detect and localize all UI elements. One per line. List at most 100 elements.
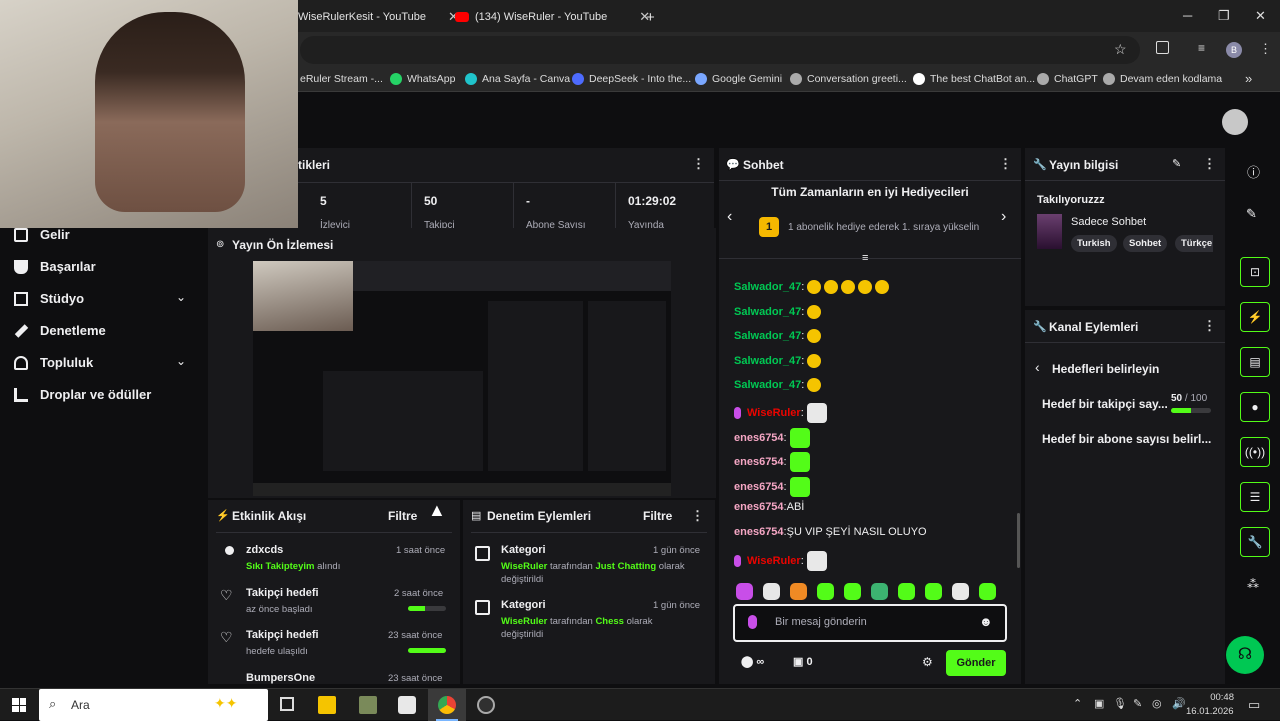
bookmark-item[interactable]: DeepSeek - Into the... [572, 73, 691, 85]
camera-tool-icon[interactable]: ⊡ [1240, 257, 1270, 287]
emote-picker-icon[interactable] [952, 583, 969, 600]
extensions-icon[interactable] [1156, 41, 1169, 54]
emote-picker-icon[interactable] [979, 583, 996, 600]
bookmark-item[interactable]: Devam eden kodlama [1103, 73, 1222, 85]
emote-picker-icon[interactable] [736, 583, 753, 600]
bookmark-item[interactable]: The best ChatBot an... [913, 73, 1035, 85]
chat-input-box[interactable]: Bir mesaj gönderin ☻ [733, 604, 1007, 642]
media-control-icon[interactable]: ≡ [1198, 41, 1205, 55]
taskbar-search-box[interactable]: ⌕ Ara ✦✦ [39, 689, 268, 721]
layout-tool-icon[interactable]: ☰ [1240, 482, 1270, 512]
chat-tool-icon[interactable]: ● [1240, 392, 1270, 422]
chat-message[interactable]: Salwador_47: [734, 353, 822, 368]
chat-scrollbar[interactable] [1017, 513, 1020, 568]
send-button[interactable]: Gönder [946, 650, 1006, 676]
emote-picker-icon[interactable] [925, 583, 942, 600]
chat-message[interactable]: enes6754: ABİ [734, 501, 804, 513]
bookmark-item[interactable]: WhatsApp [390, 73, 455, 85]
wrench-tool-icon[interactable]: 🔧 [1240, 527, 1270, 557]
pen-tray-icon[interactable]: ✎ [1133, 697, 1142, 710]
chevron-left-icon[interactable]: ‹ [727, 208, 732, 226]
lightning-tool-icon[interactable]: ⚡ [1240, 302, 1270, 332]
chat-username[interactable]: Salwador_47 [734, 330, 801, 342]
url-field[interactable] [300, 36, 1140, 64]
subscriber-goal-label[interactable]: Hedef bir abone sayısı belirl... [1042, 432, 1211, 446]
chrome-taskbar-button[interactable] [428, 689, 466, 721]
broadcast-tool-icon[interactable]: ((•)) [1240, 437, 1270, 467]
support-headset-button[interactable]: ☊ [1226, 636, 1264, 674]
chat-message[interactable]: Salwador_47: [734, 329, 822, 344]
sidebar-item-topluluk[interactable]: Topluluk [14, 355, 93, 370]
clock-date[interactable]: 16.01.2026 [1186, 706, 1236, 717]
emote-picker-icon[interactable] [763, 583, 780, 600]
more-options-icon[interactable]: ⋮ [691, 508, 704, 524]
new-tab-button[interactable]: + [646, 5, 655, 29]
chat-message[interactable]: Salwador_47: [734, 280, 890, 294]
more-options-icon[interactable]: ⋮ [999, 156, 1012, 172]
chat-username[interactable]: enes6754 [734, 501, 784, 513]
chat-message[interactable]: Salwador_47: [734, 304, 822, 319]
pencil-icon[interactable]: ✎ [1246, 206, 1257, 222]
bookmark-item[interactable]: eRuler Stream -... [300, 73, 383, 85]
chat-username[interactable]: Salwador_47 [734, 355, 801, 367]
user-avatar[interactable] [1222, 109, 1248, 135]
volume-icon[interactable]: 🔊 [1172, 697, 1186, 710]
bookmarks-more-button[interactable]: » [1245, 71, 1252, 86]
tray-app-icon[interactable]: ▣ [1094, 697, 1104, 710]
chat-username[interactable]: enes6754 [734, 481, 784, 493]
sidebar-item-droplar[interactable]: Droplar ve ödüller [14, 387, 151, 402]
chat-message[interactable]: enes6754: ŞU VIP ŞEYİ NASIL OLUYO [734, 526, 927, 538]
sidebar-item-gelir[interactable]: Gelir [14, 227, 70, 242]
maximize-button[interactable]: ❐ [1218, 8, 1230, 24]
tag[interactable]: Turkish [1071, 235, 1117, 252]
chat-username[interactable]: Salwador_47 [734, 281, 801, 293]
more-options-icon[interactable]: ⋮ [1203, 318, 1216, 334]
notification-icon[interactable]: ▭ [1248, 697, 1260, 713]
obs-icon[interactable] [477, 696, 495, 714]
browser-menu-icon[interactable]: ⋮ [1259, 41, 1272, 57]
tag[interactable]: Türkçe [1175, 235, 1213, 252]
emote-picker-icon[interactable] [898, 583, 915, 600]
back-arrow-icon[interactable]: ‹ [1035, 359, 1040, 375]
sidebar-item-basarilar[interactable]: Başarılar [14, 259, 96, 274]
minimize-button[interactable]: ─ [1183, 8, 1192, 23]
emote-picker-icon[interactable] [817, 583, 834, 600]
emote-picker-icon[interactable] [871, 583, 888, 600]
info-icon[interactable]: ⓘ [1247, 162, 1260, 181]
chat-message[interactable]: enes6754: [734, 452, 810, 473]
edit-icon[interactable]: ✎ [1172, 157, 1181, 170]
emote-picker-icon[interactable] [790, 583, 807, 600]
bookmark-item[interactable]: Conversation greeti... [790, 73, 907, 85]
sidebar-item-denetleme[interactable]: Denetleme [14, 323, 106, 338]
collapse-icon[interactable]: ≡ [862, 252, 868, 264]
chat-message[interactable]: WiseRuler: [734, 550, 827, 571]
tab-youtube-kesit[interactable]: WiseRulerKesit - YouTube ✕ [298, 5, 459, 29]
bookmark-item[interactable]: ChatGPT [1037, 73, 1098, 85]
chevron-down-icon[interactable]: ⌄ [176, 290, 186, 304]
stream-preview-video[interactable] [253, 261, 671, 496]
close-window-button[interactable]: ✕ [1255, 8, 1266, 24]
microphone-tray-icon[interactable]: 🎙 [1113, 697, 1127, 710]
bookmark-star-icon[interactable]: ☆ [1114, 41, 1127, 58]
tray-chevron-icon[interactable]: ⌃ [1073, 697, 1082, 710]
document-tool-icon[interactable]: ▤ [1240, 347, 1270, 377]
emoji-icon[interactable]: ☻ [979, 614, 993, 629]
file-explorer-icon[interactable] [318, 696, 336, 714]
task-view-icon[interactable] [280, 697, 294, 711]
chevron-down-icon[interactable]: ⌄ [176, 354, 186, 368]
profile-avatar[interactable]: B [1226, 42, 1242, 58]
store-icon[interactable] [398, 696, 416, 714]
tab-youtube-wiseruler[interactable]: (134) WiseRuler - YouTube ✕ [455, 5, 650, 29]
chat-username[interactable]: WiseRuler [747, 407, 801, 419]
moderation-filter-button[interactable]: Filtre [643, 509, 672, 523]
bookmark-item[interactable]: Ana Sayfa - Canva [465, 73, 570, 85]
chat-username[interactable]: enes6754 [734, 456, 784, 468]
channel-points[interactable]: ⬤ ∞ [741, 655, 764, 668]
chat-message[interactable]: enes6754: [734, 427, 810, 448]
clock-time[interactable]: 00:48 [1190, 692, 1234, 703]
chat-message[interactable]: enes6754: [734, 476, 810, 497]
chat-username[interactable]: Salwador_47 [734, 306, 801, 318]
chevron-right-icon[interactable]: › [1001, 208, 1006, 226]
sidebar-item-studyo[interactable]: Stüdyo [14, 291, 84, 306]
chat-username[interactable]: Salwador_47 [734, 379, 801, 391]
